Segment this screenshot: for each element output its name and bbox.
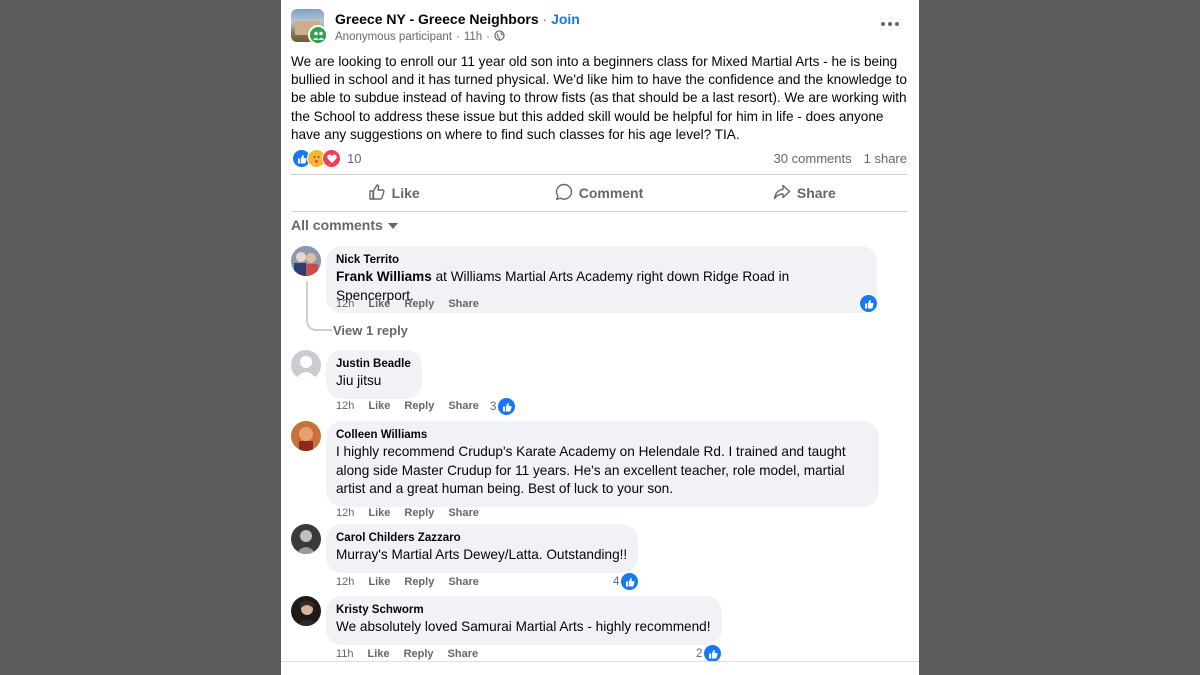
meta-separator-2: · (486, 31, 491, 43)
reply-thread-line (306, 281, 332, 331)
comment-actions: 12h Like Reply Share (336, 298, 479, 310)
group-badge-icon (308, 25, 328, 45)
comment-reply-button[interactable]: Reply (404, 648, 434, 660)
comment-time[interactable]: 11h (336, 648, 354, 660)
comment-text: Jiu jitsu (336, 373, 382, 388)
globe-icon (494, 30, 505, 44)
like-button[interactable]: Like (291, 176, 496, 210)
love-reaction-icon (322, 149, 341, 168)
more-options-icon[interactable] (877, 14, 903, 34)
bottom-divider (281, 661, 919, 662)
comment-actions: 12h Like Reply Share (336, 400, 479, 412)
divider-top (291, 174, 907, 175)
reaction-icons[interactable] (292, 149, 341, 168)
divider-bottom (291, 211, 907, 212)
comment-share-button[interactable]: Share (448, 648, 479, 660)
post-meta: Anonymous participant · 11h · (335, 30, 505, 44)
comment-time[interactable]: 12h (336, 507, 354, 519)
reaction-count[interactable]: 10 (347, 151, 361, 166)
comment-time[interactable]: 12h (336, 576, 354, 588)
share-label: Share (796, 185, 836, 201)
comment-text: Murray's Martial Arts Dewey/Latta. Outst… (336, 547, 628, 562)
shares-count[interactable]: 1 share (864, 151, 907, 166)
comment-share-button[interactable]: Share (448, 576, 479, 588)
action-bar: Like Comment Share (291, 176, 907, 210)
comment-button[interactable]: Comment (496, 176, 701, 210)
comment-author[interactable]: Carol Childers Zazzaro (336, 531, 627, 546)
header-separator: · (542, 11, 548, 27)
join-button[interactable]: Join (551, 11, 580, 27)
comment-author[interactable]: Nick Territo (336, 253, 866, 268)
like-reaction-icon (497, 397, 517, 416)
comment-label: Comment (578, 185, 644, 201)
reactions-row: 10 30 comments 1 share (291, 149, 907, 169)
comments-filter-label: All comments (291, 217, 383, 233)
comment-reply-button[interactable]: Reply (404, 507, 434, 519)
post-panel: Greece NY - Greece Neighbors · Join Anon… (281, 0, 919, 675)
like-label: Like (391, 185, 420, 201)
thumbs-up-icon (368, 183, 386, 204)
avatar[interactable] (291, 246, 321, 276)
comment-like-button[interactable]: Like (368, 576, 390, 588)
share-arrow-icon (773, 183, 791, 204)
comment-bubble: Carol Childers Zazzaro Murray's Martial … (326, 524, 639, 573)
comment-like-button[interactable]: Like (368, 400, 390, 412)
comments-filter-dropdown[interactable]: All comments (291, 217, 398, 233)
comment-author[interactable]: Kristy Schworm (336, 603, 711, 618)
group-name-line: Greece NY - Greece Neighbors · Join (335, 11, 580, 27)
share-button[interactable]: Share (702, 176, 907, 210)
avatar[interactable] (291, 524, 321, 554)
comment-reactions[interactable]: 3 (490, 397, 517, 416)
comment-share-button[interactable]: Share (448, 400, 479, 412)
avatar[interactable] (291, 350, 321, 380)
comment-like-button[interactable]: Like (368, 507, 390, 519)
comment-actions: 11h Like Reply Share (336, 648, 478, 660)
comment-time[interactable]: 12h (336, 298, 354, 310)
mention-link[interactable]: Frank Williams (336, 269, 432, 284)
reaction-count: 2 (696, 647, 703, 660)
group-name[interactable]: Greece NY - Greece Neighbors (335, 11, 539, 27)
comment-reply-button[interactable]: Reply (404, 576, 434, 588)
comment-bubble: Colleen Williams I highly recommend Crud… (326, 421, 879, 507)
comment-author[interactable]: Colleen Williams (336, 428, 868, 443)
comment-reactions[interactable]: 4 (613, 572, 640, 591)
comment-like-button[interactable]: Like (368, 298, 390, 310)
reaction-count: 4 (613, 575, 620, 588)
comment-like-button[interactable]: Like (368, 648, 390, 660)
like-reaction-icon (620, 572, 640, 591)
comment-bubble-icon (555, 183, 573, 204)
comments-count[interactable]: 30 comments (774, 151, 852, 166)
avatar[interactable] (291, 421, 321, 451)
comment-share-button[interactable]: Share (448, 507, 479, 519)
comment-author[interactable]: Justin Beadle (336, 357, 411, 372)
comment-reply-button[interactable]: Reply (404, 298, 434, 310)
comment-time[interactable]: 12h (336, 400, 354, 412)
reaction-count: 3 (490, 400, 497, 413)
avatar[interactable] (291, 596, 321, 626)
group-avatar[interactable] (291, 9, 328, 45)
comment-reactions[interactable] (859, 294, 878, 313)
post-header: Greece NY - Greece Neighbors · Join Anon… (291, 8, 909, 48)
caret-down-icon (387, 223, 398, 229)
comment-reply-button[interactable]: Reply (404, 400, 434, 412)
comment-actions: 12h Like Reply Share (336, 576, 479, 588)
meta-separator: · (455, 31, 460, 43)
view-replies-link[interactable]: View 1 reply (333, 323, 408, 338)
post-author[interactable]: Anonymous participant (335, 31, 452, 43)
like-reaction-icon (859, 294, 878, 313)
post-stats: 30 comments 1 share (774, 151, 907, 166)
comment-actions: 12h Like Reply Share (336, 507, 479, 519)
comment-bubble: Justin Beadle Jiu jitsu (326, 350, 422, 399)
comment-share-button[interactable]: Share (448, 298, 479, 310)
comment-text: We absolutely loved Samurai Martial Arts… (336, 619, 711, 634)
post-time[interactable]: 11h (464, 31, 482, 43)
comment-text: I highly recommend Crudup's Karate Acade… (336, 444, 846, 496)
post-text: We are looking to enroll our 11 year old… (291, 54, 907, 142)
comment-bubble: Kristy Schworm We absolutely loved Samur… (326, 596, 722, 645)
